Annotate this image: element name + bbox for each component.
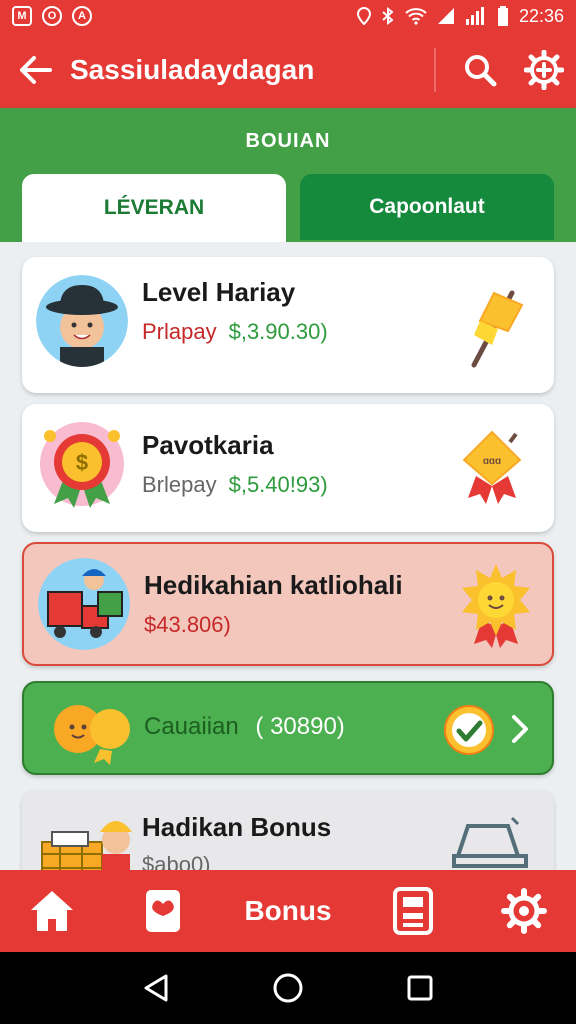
device-icon (392, 887, 433, 935)
card-subtitle-value: $,3.90.30) (228, 319, 328, 344)
section-header: BOUIAN LÉVERAN Capoonlaut (0, 108, 576, 242)
section-title: BOUIAN (245, 130, 331, 152)
mail-notification-icon: M (12, 6, 32, 26)
svg-text:$: $ (76, 450, 88, 475)
record-notification-icon: O (42, 6, 62, 26)
app-bar-divider (434, 48, 436, 92)
tab-leveran[interactable]: LÉVERAN (22, 174, 286, 242)
reward-card-cauaiian[interactable]: Cauaiian ( 30890) (22, 681, 554, 775)
card-subtitle-value: $,5.40!93) (228, 472, 328, 497)
bluetooth-icon (382, 7, 394, 25)
system-home-button[interactable] (263, 963, 313, 1013)
nav-bonus[interactable]: Bonus (244, 895, 331, 927)
card-title: Hadikan Bonus (142, 812, 332, 842)
card-subtitle-value: ( 30890) (255, 713, 345, 740)
triangle-back-icon (144, 974, 168, 1002)
gear-icon (500, 888, 547, 934)
card-subtitle: Prlapay $,3.90.30) (142, 319, 328, 345)
reward-card-pavotkaria[interactable]: $ Pavotkaria Brlepay $,5.40!93) ɑɑɑ (22, 404, 554, 532)
bottom-nav: Bonus (0, 870, 576, 952)
reward-card-hedikahian[interactable]: Hedikahian katliohali $43.806) (22, 542, 554, 666)
signal-bars-icon (465, 7, 484, 25)
delivery-icon (38, 558, 130, 650)
app-title: Sassiuladaydagan (70, 54, 315, 85)
location-icon (356, 7, 371, 25)
cart-icon (452, 816, 528, 868)
card-subtitle-value: $43.806) (144, 612, 231, 637)
card-subtitle: Brlepay $,5.40!93) (142, 472, 328, 498)
chevron-right-icon (512, 715, 528, 743)
signal-icon (437, 8, 454, 24)
battery-icon (497, 6, 508, 26)
avatar (36, 275, 128, 367)
back-button[interactable] (0, 32, 70, 108)
reward-card-level-hariay[interactable]: Level Hariay Prlapay $,3.90.30) (22, 257, 554, 393)
card-title: Hedikahian katliohali (144, 570, 403, 600)
system-back-button[interactable] (131, 963, 181, 1013)
wifi-icon (405, 8, 427, 25)
status-time: 22:36 (518, 5, 564, 26)
nav-cards[interactable] (133, 881, 193, 941)
sun-badge-icon (462, 564, 530, 648)
settings-add-button[interactable] (512, 32, 576, 108)
nav-settings[interactable] (494, 881, 554, 941)
system-recents-button[interactable] (395, 963, 445, 1013)
arrow-left-icon (20, 56, 52, 84)
gear-plus-icon (524, 50, 564, 90)
square-recents-icon (407, 975, 433, 1001)
card-row: Cauaiian ( 30890) (144, 713, 345, 741)
mascot-icon (54, 705, 130, 765)
home-icon (31, 891, 73, 931)
card-subtitle-label: Brlepay (142, 472, 217, 497)
flag-icon (471, 290, 524, 368)
app-notification-icon: A (72, 6, 92, 26)
system-nav-bar (0, 952, 576, 1024)
circle-home-icon (273, 973, 303, 1003)
check-badge-icon (444, 705, 494, 755)
medal-coin-icon: $ (40, 422, 124, 508)
search-icon (465, 55, 497, 87)
card-title: Level Hariay (142, 277, 296, 307)
card-title: Cauaiian (144, 713, 239, 740)
search-button[interactable] (448, 32, 512, 108)
star-badge-icon: ɑɑɑ (462, 430, 522, 504)
app-bar: Sassiuladaydagan (0, 32, 576, 108)
nav-home[interactable] (22, 881, 82, 941)
status-bar: M O A 22:36 (0, 0, 576, 32)
tab-capoonlaut[interactable]: Capoonlaut (300, 174, 554, 240)
nav-devices[interactable] (383, 881, 443, 941)
card-title: Pavotkaria (142, 430, 274, 460)
card-icon (146, 890, 181, 932)
card-subtitle-label: Prlapay (142, 319, 217, 344)
svg-text:ɑɑɑ: ɑɑɑ (483, 456, 501, 467)
